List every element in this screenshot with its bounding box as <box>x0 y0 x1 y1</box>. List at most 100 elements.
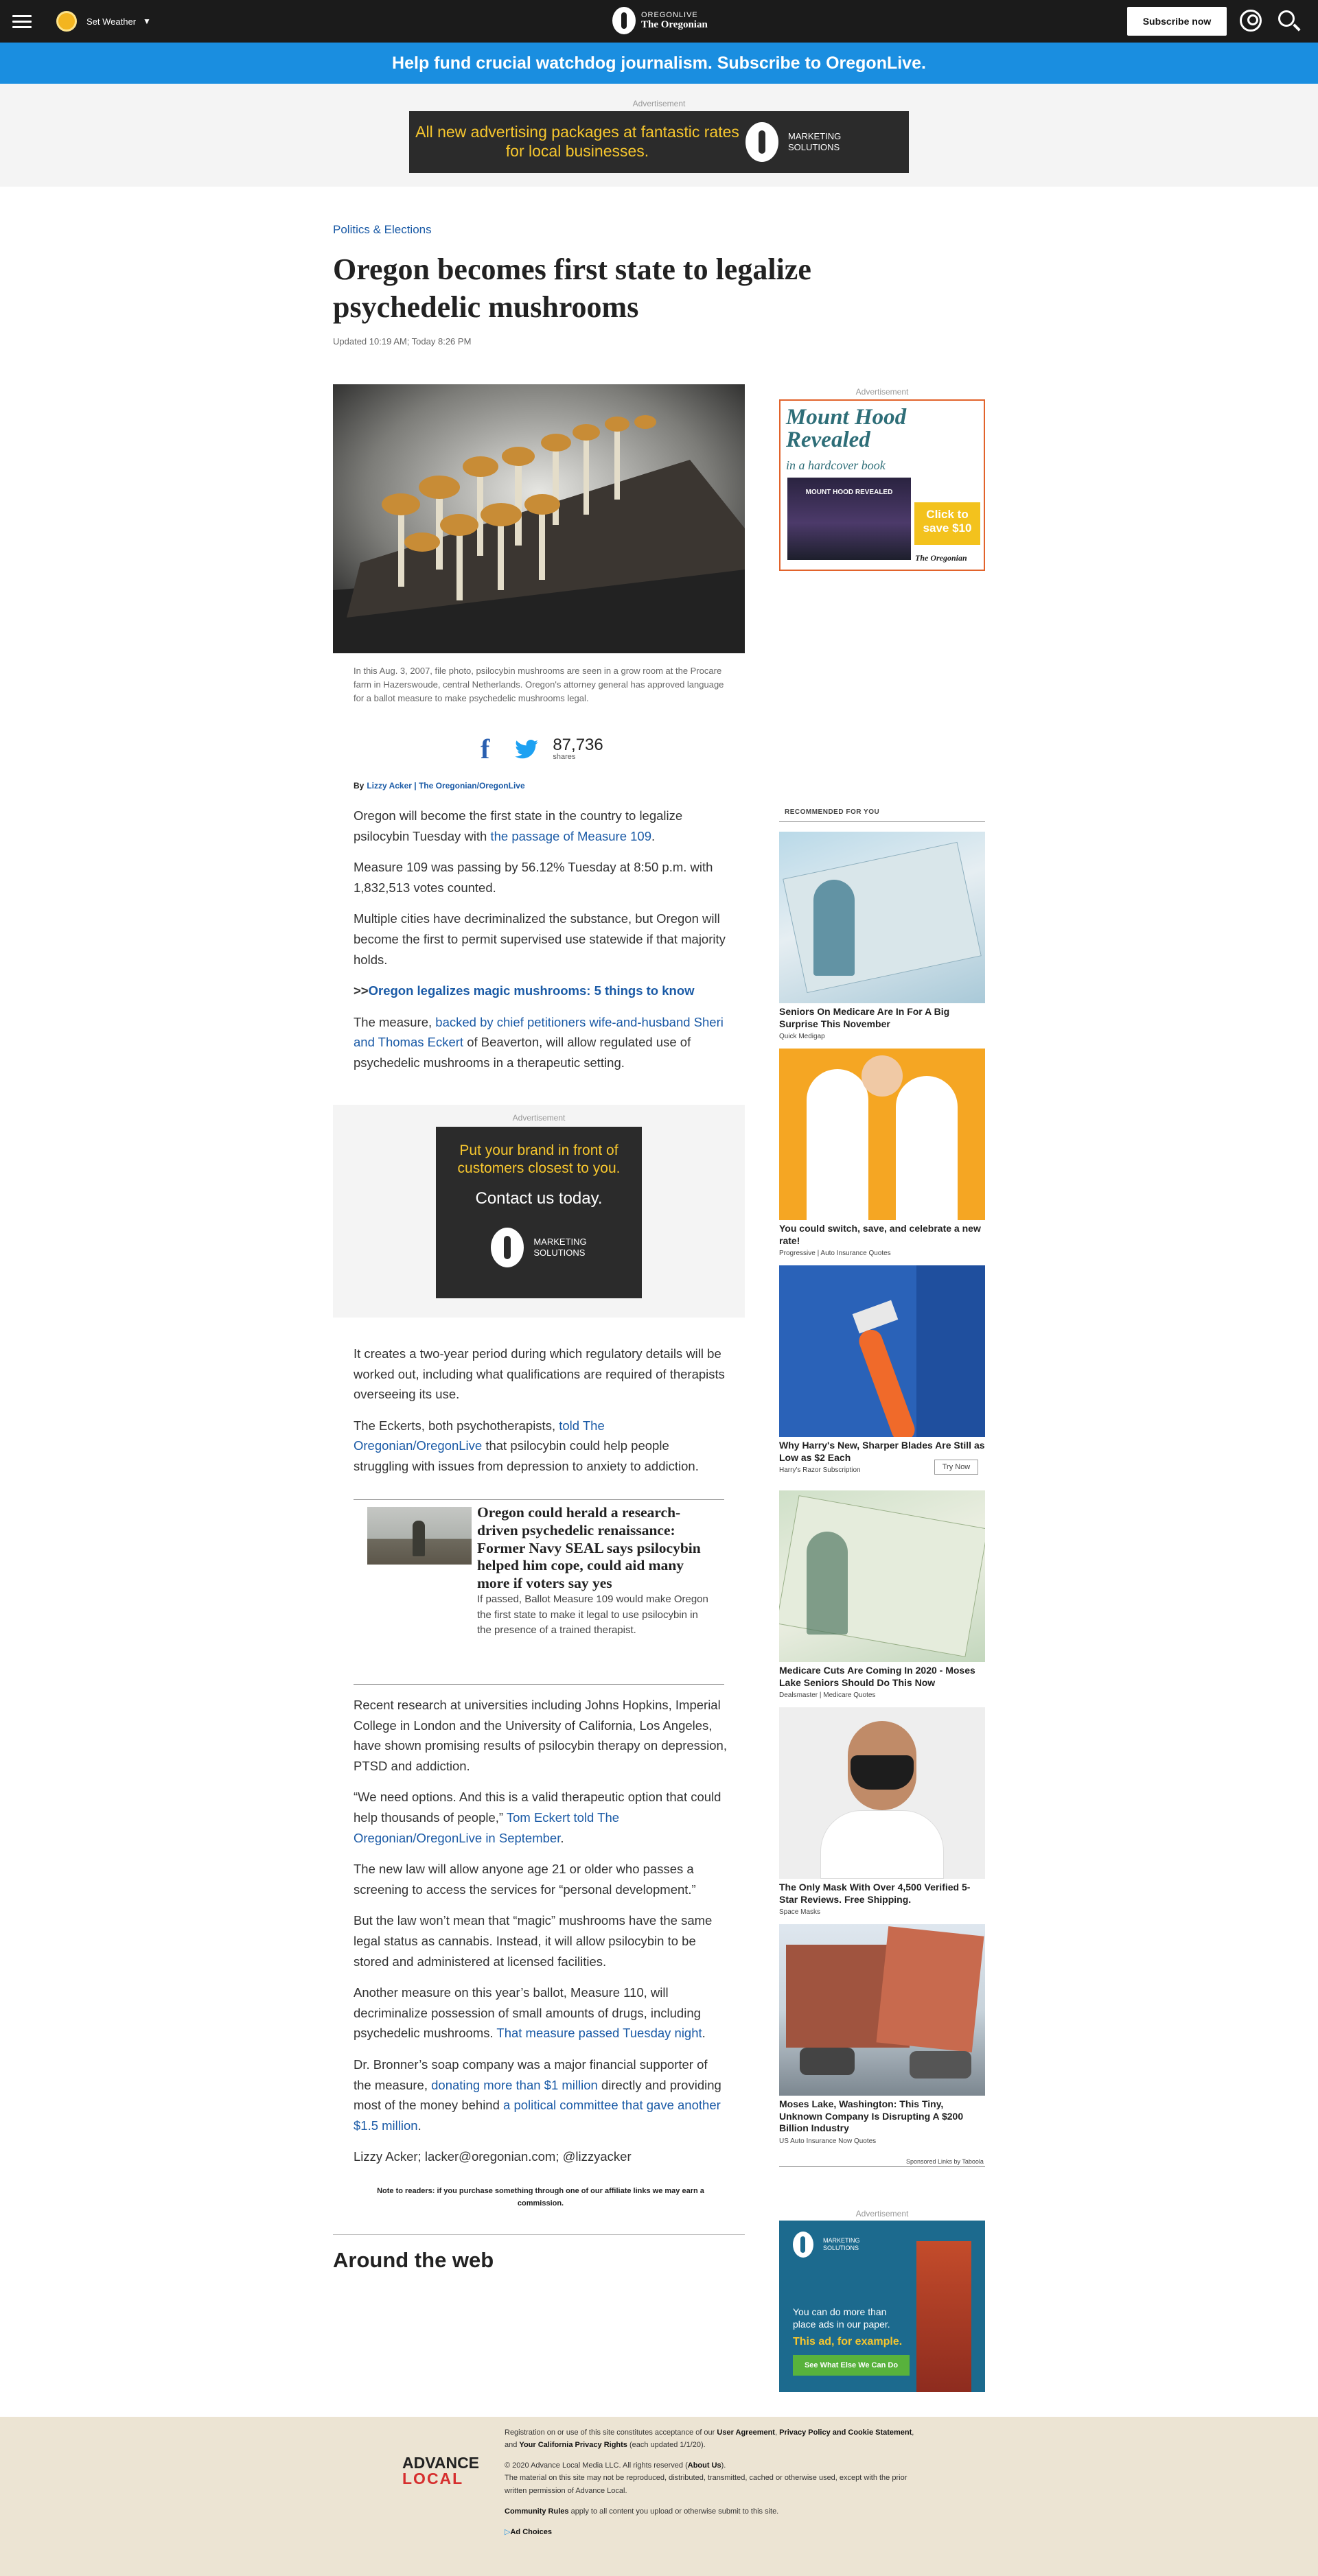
ad-label: Advertisement <box>632 99 686 108</box>
rec-item[interactable]: The Only Mask With Over 4,500 Verified 5… <box>779 1707 985 1916</box>
share-bar: f 87,736 shares <box>481 733 603 765</box>
top-ad-text: All new advertising packages at fantasti… <box>415 123 739 160</box>
affiliate-note: Note to readers: if you purchase somethi… <box>377 2187 704 2208</box>
text: Registration on or use of this site cons… <box>505 2428 717 2437</box>
rec-item[interactable]: Seniors On Medicare Are In For A Big Sur… <box>779 832 985 1040</box>
marketing-ad-box[interactable]: Put your brand in front of customers clo… <box>436 1127 642 1298</box>
rec-image-check[interactable] <box>779 1490 985 1662</box>
text: . <box>651 828 656 843</box>
paragraph: Measure 109 was passing by 56.12% Tuesda… <box>354 860 713 895</box>
paragraph: >>Oregon legalizes magic mushrooms: 5 th… <box>354 981 728 1001</box>
share-count-label: shares <box>553 753 576 761</box>
advance-local-logo[interactable]: ADVANCE LOCAL <box>402 2455 479 2487</box>
share-count-value: 87,736 <box>553 736 603 754</box>
rec-headline[interactable]: Medicare Cuts Are Coming In 2020 - Moses… <box>779 1665 985 1689</box>
text: ). <box>721 2461 726 2470</box>
paragraph: Oregon will become the first state in th… <box>354 806 728 846</box>
marketing-solutions-logo: MARKETING SOLUTIONS <box>436 1227 642 1267</box>
rec-headline[interactable]: Seniors On Medicare Are In For A Big Sur… <box>779 1006 985 1030</box>
rec-image-razor[interactable] <box>779 1265 985 1437</box>
logo-line2: The Oregonian <box>641 19 708 30</box>
paragraph: The measure, backed by chief petitioners… <box>354 1012 728 1073</box>
save-10-button[interactable]: Click to save $10 <box>914 502 980 545</box>
rec-source: Space Masks <box>779 1908 821 1916</box>
rec-image-mask[interactable] <box>779 1707 985 1879</box>
ms-line1: MARKETING <box>823 2237 860 2245</box>
about-us-link[interactable]: About Us <box>688 2461 721 2470</box>
rec-item[interactable]: Why Harry's New, Sharper Blades Are Stil… <box>779 1265 985 1475</box>
paragraph: Another measure on this year’s ballot, M… <box>354 1982 728 2044</box>
see-more-button[interactable]: See What Else We Can Do <box>793 2355 910 2376</box>
rec-item[interactable]: Medicare Cuts Are Coming In 2020 - Moses… <box>779 1490 985 1699</box>
twitter-icon[interactable] <box>514 739 539 759</box>
category-link[interactable]: Politics & Elections <box>333 223 432 237</box>
marketing-solutions-logo: MARKETING SOLUTIONS <box>793 2232 860 2258</box>
mid-article-ad: Advertisement Put your brand in front of… <box>333 1105 745 1318</box>
rec-source-text: Harry's Razor Subscription <box>779 1466 861 1474</box>
facebook-icon[interactable]: f <box>481 733 489 765</box>
sponsored-label[interactable]: Sponsored Links by Taboola <box>906 2158 984 2165</box>
user-agreement-link[interactable]: User Agreement <box>717 2428 775 2437</box>
paragraph: It creates a two-year period during whic… <box>354 1346 725 1402</box>
top-ad-banner[interactable]: All new advertising packages at fantasti… <box>409 111 909 173</box>
weather-widget[interactable]: Set Weather ▼ <box>56 11 151 32</box>
rec-headline[interactable]: The Only Mask With Over 4,500 Verified 5… <box>779 1882 985 1906</box>
subscribe-button[interactable]: Subscribe now <box>1127 7 1227 36</box>
try-now-button[interactable]: Try Now <box>934 1460 978 1475</box>
share-count: 87,736 shares <box>553 737 603 761</box>
marketing-solutions-side-ad[interactable]: MARKETING SOLUTIONS You can do more than … <box>779 2221 985 2392</box>
image-caption: In this Aug. 3, 2007, file photo, psiloc… <box>354 666 724 704</box>
text: . <box>417 2118 421 2133</box>
privacy-policy-link[interactable]: Privacy Policy and Cookie Statement <box>779 2428 912 2437</box>
measure-110-link[interactable]: That measure passed Tuesday night <box>496 2026 702 2040</box>
text: © 2020 Advance Local Media LLC. All righ… <box>505 2461 688 2470</box>
related-title[interactable]: Oregon could herald a research-driven ps… <box>477 1504 717 1593</box>
footer-paragraph: ▷Ad Choices <box>505 2526 916 2538</box>
community-rules-link[interactable]: Community Rules <box>505 2507 569 2516</box>
hero-image-mushrooms[interactable] <box>333 384 745 653</box>
rec-source: Quick Medigap <box>779 1033 825 1040</box>
text: The material on this site may not be rep… <box>505 2474 907 2495</box>
site-logo[interactable]: OREGONLIVE The Oregonian <box>612 7 708 34</box>
byline: By Lizzy Acker | The Oregonian/OregonLive <box>354 781 525 791</box>
rec-item[interactable]: Moses Lake, Washington: This Tiny, Unkno… <box>779 1924 985 2145</box>
article-body-part3: Recent research at universities includin… <box>354 1695 728 2178</box>
five-things-link[interactable]: Oregon legalizes magic mushrooms: 5 thin… <box>369 983 695 998</box>
related-thumbnail[interactable] <box>367 1507 472 1565</box>
text: >> <box>354 983 369 998</box>
author-link[interactable]: Lizzy Acker | The Oregonian/OregonLive <box>367 781 524 791</box>
paragraph: The Eckerts, both psychotherapists, told… <box>354 1416 728 1477</box>
search-icon[interactable] <box>1278 10 1295 27</box>
paragraph: But the law won’t mean that “magic” mush… <box>354 1913 713 1969</box>
rec-source: Dealsmaster | Medicare Quotes <box>779 1691 876 1699</box>
user-account-icon[interactable] <box>1240 10 1262 32</box>
around-the-web-heading: Around the web <box>333 2248 494 2272</box>
rec-headline[interactable]: You could switch, save, and celebrate a … <box>779 1223 985 1247</box>
ms-line1: MARKETING <box>788 131 842 142</box>
top-nav-bar: Set Weather ▼ OREGONLIVE The Oregonian S… <box>0 0 1318 43</box>
footer-paragraph: Community Rules apply to all content you… <box>505 2505 916 2518</box>
rec-image-check[interactable] <box>779 832 985 1003</box>
ad-choices-link[interactable]: Ad Choices <box>510 2528 552 2536</box>
mount-hood-ad[interactable]: Mount Hood Revealed in a hardcover book … <box>779 399 985 571</box>
footer-paragraph: Registration on or use of this site cons… <box>505 2426 916 2451</box>
text: . <box>702 2026 706 2041</box>
rec-image-house[interactable] <box>779 1924 985 2096</box>
ad-label: Advertisement <box>855 387 909 397</box>
subscribe-promo-bar[interactable]: Help fund crucial watchdog journalism. S… <box>0 43 1318 84</box>
paragraph: The new law will allow anyone age 21 or … <box>354 1862 696 1897</box>
donation-link[interactable]: donating more than $1 million <box>431 2078 598 2092</box>
measure-109-link[interactable]: the passage of Measure 109 <box>491 829 652 843</box>
rec-image-highfive[interactable] <box>779 1049 985 1220</box>
menu-icon[interactable] <box>12 15 32 29</box>
updated-timestamp: Updated 10:19 AM; Today 8:26 PM <box>333 336 472 347</box>
recommended-heading: RECOMMENDED FOR YOU <box>785 808 880 816</box>
text: The measure, <box>354 1014 436 1029</box>
california-rights-link[interactable]: Your California Privacy Rights <box>519 2441 627 2449</box>
mh-ad-brand: The Oregonian <box>915 553 967 563</box>
paragraph: Dr. Bronner’s soap company was a major f… <box>354 2054 728 2135</box>
related-story-card[interactable]: Oregon could herald a research-driven ps… <box>354 1499 724 1685</box>
tower-image <box>916 2241 971 2392</box>
rec-item[interactable]: You could switch, save, and celebrate a … <box>779 1049 985 1257</box>
rec-headline[interactable]: Moses Lake, Washington: This Tiny, Unkno… <box>779 2098 985 2135</box>
